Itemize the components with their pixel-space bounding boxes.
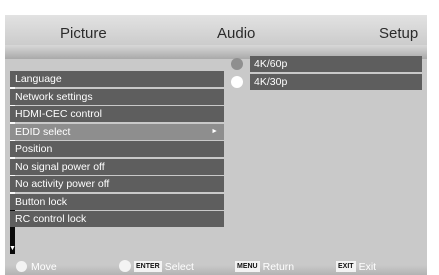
option-label: 4K/60p (250, 56, 422, 72)
radio-unselected-icon[interactable] (231, 75, 243, 88)
menu-item-edid-select[interactable]: EDID select ► (10, 123, 224, 140)
tab-setup[interactable]: Setup (379, 25, 418, 42)
menu-item-network-settings[interactable]: Network settings (10, 88, 224, 105)
help-move: Move (16, 259, 57, 275)
menu-item-label: Button lock (15, 195, 67, 208)
menu-item-position[interactable]: Position (10, 141, 224, 157)
tab-picture[interactable]: Picture (60, 25, 107, 42)
menu-item-no-signal-power-off[interactable]: No signal power off (10, 158, 224, 175)
menu-item-label: RC control lock (15, 213, 87, 225)
option-4k-60p[interactable]: 4K/60p (225, 56, 422, 72)
enter-key-icon: ENTER (134, 260, 162, 272)
menu-item-rc-control-lock[interactable]: RC control lock (10, 211, 224, 227)
help-bar: Move ENTER Select MENU Return EXIT Exit (5, 259, 427, 275)
up-down-nav-icon (16, 260, 27, 272)
edid-options-list: 4K/60p 4K/30p (225, 56, 422, 91)
option-4k-30p[interactable]: 4K/30p (225, 73, 422, 90)
menu-item-label: No activity power off (15, 178, 110, 190)
help-exit-label: Exit (358, 261, 377, 273)
help-return: MENU Return (235, 259, 294, 275)
scroll-down-icon[interactable]: ▼ (9, 245, 16, 252)
menu-item-label: HDMI-CEC control (15, 108, 102, 120)
menu-item-no-activity-power-off[interactable]: No activity power off (10, 176, 224, 192)
radio-selected-icon[interactable] (231, 58, 243, 70)
help-select-label: Select (164, 261, 194, 273)
help-return-label: Return (262, 261, 295, 273)
screen: Picture Audio Setup ▲ ▼ Language Network… (0, 0, 439, 275)
help-move-label: Move (31, 261, 57, 273)
menu-item-label: Position (15, 143, 53, 155)
menu-key-icon: MENU (235, 260, 260, 272)
tab-audio[interactable]: Audio (217, 25, 255, 42)
menu-item-label: EDID select (15, 125, 71, 138)
menu-item-button-lock[interactable]: Button lock (10, 193, 224, 210)
menu-item-hdmi-cec-control[interactable]: HDMI-CEC control (10, 106, 224, 122)
right-nav-icon (119, 260, 131, 273)
option-label: 4K/30p (250, 73, 422, 90)
menu-item-language[interactable]: Language (10, 71, 224, 87)
help-exit: EXIT Exit (336, 259, 376, 275)
menu-item-label: Language (15, 73, 62, 85)
help-select: ENTER Select (119, 259, 194, 275)
setup-menu-list: Language Network settings HDMI-CEC contr… (10, 71, 224, 229)
menu-item-label: No signal power off (15, 160, 105, 173)
submenu-arrow-icon: ► (211, 127, 218, 135)
menu-item-label: Network settings (15, 90, 93, 103)
exit-key-icon: EXIT (336, 260, 356, 272)
